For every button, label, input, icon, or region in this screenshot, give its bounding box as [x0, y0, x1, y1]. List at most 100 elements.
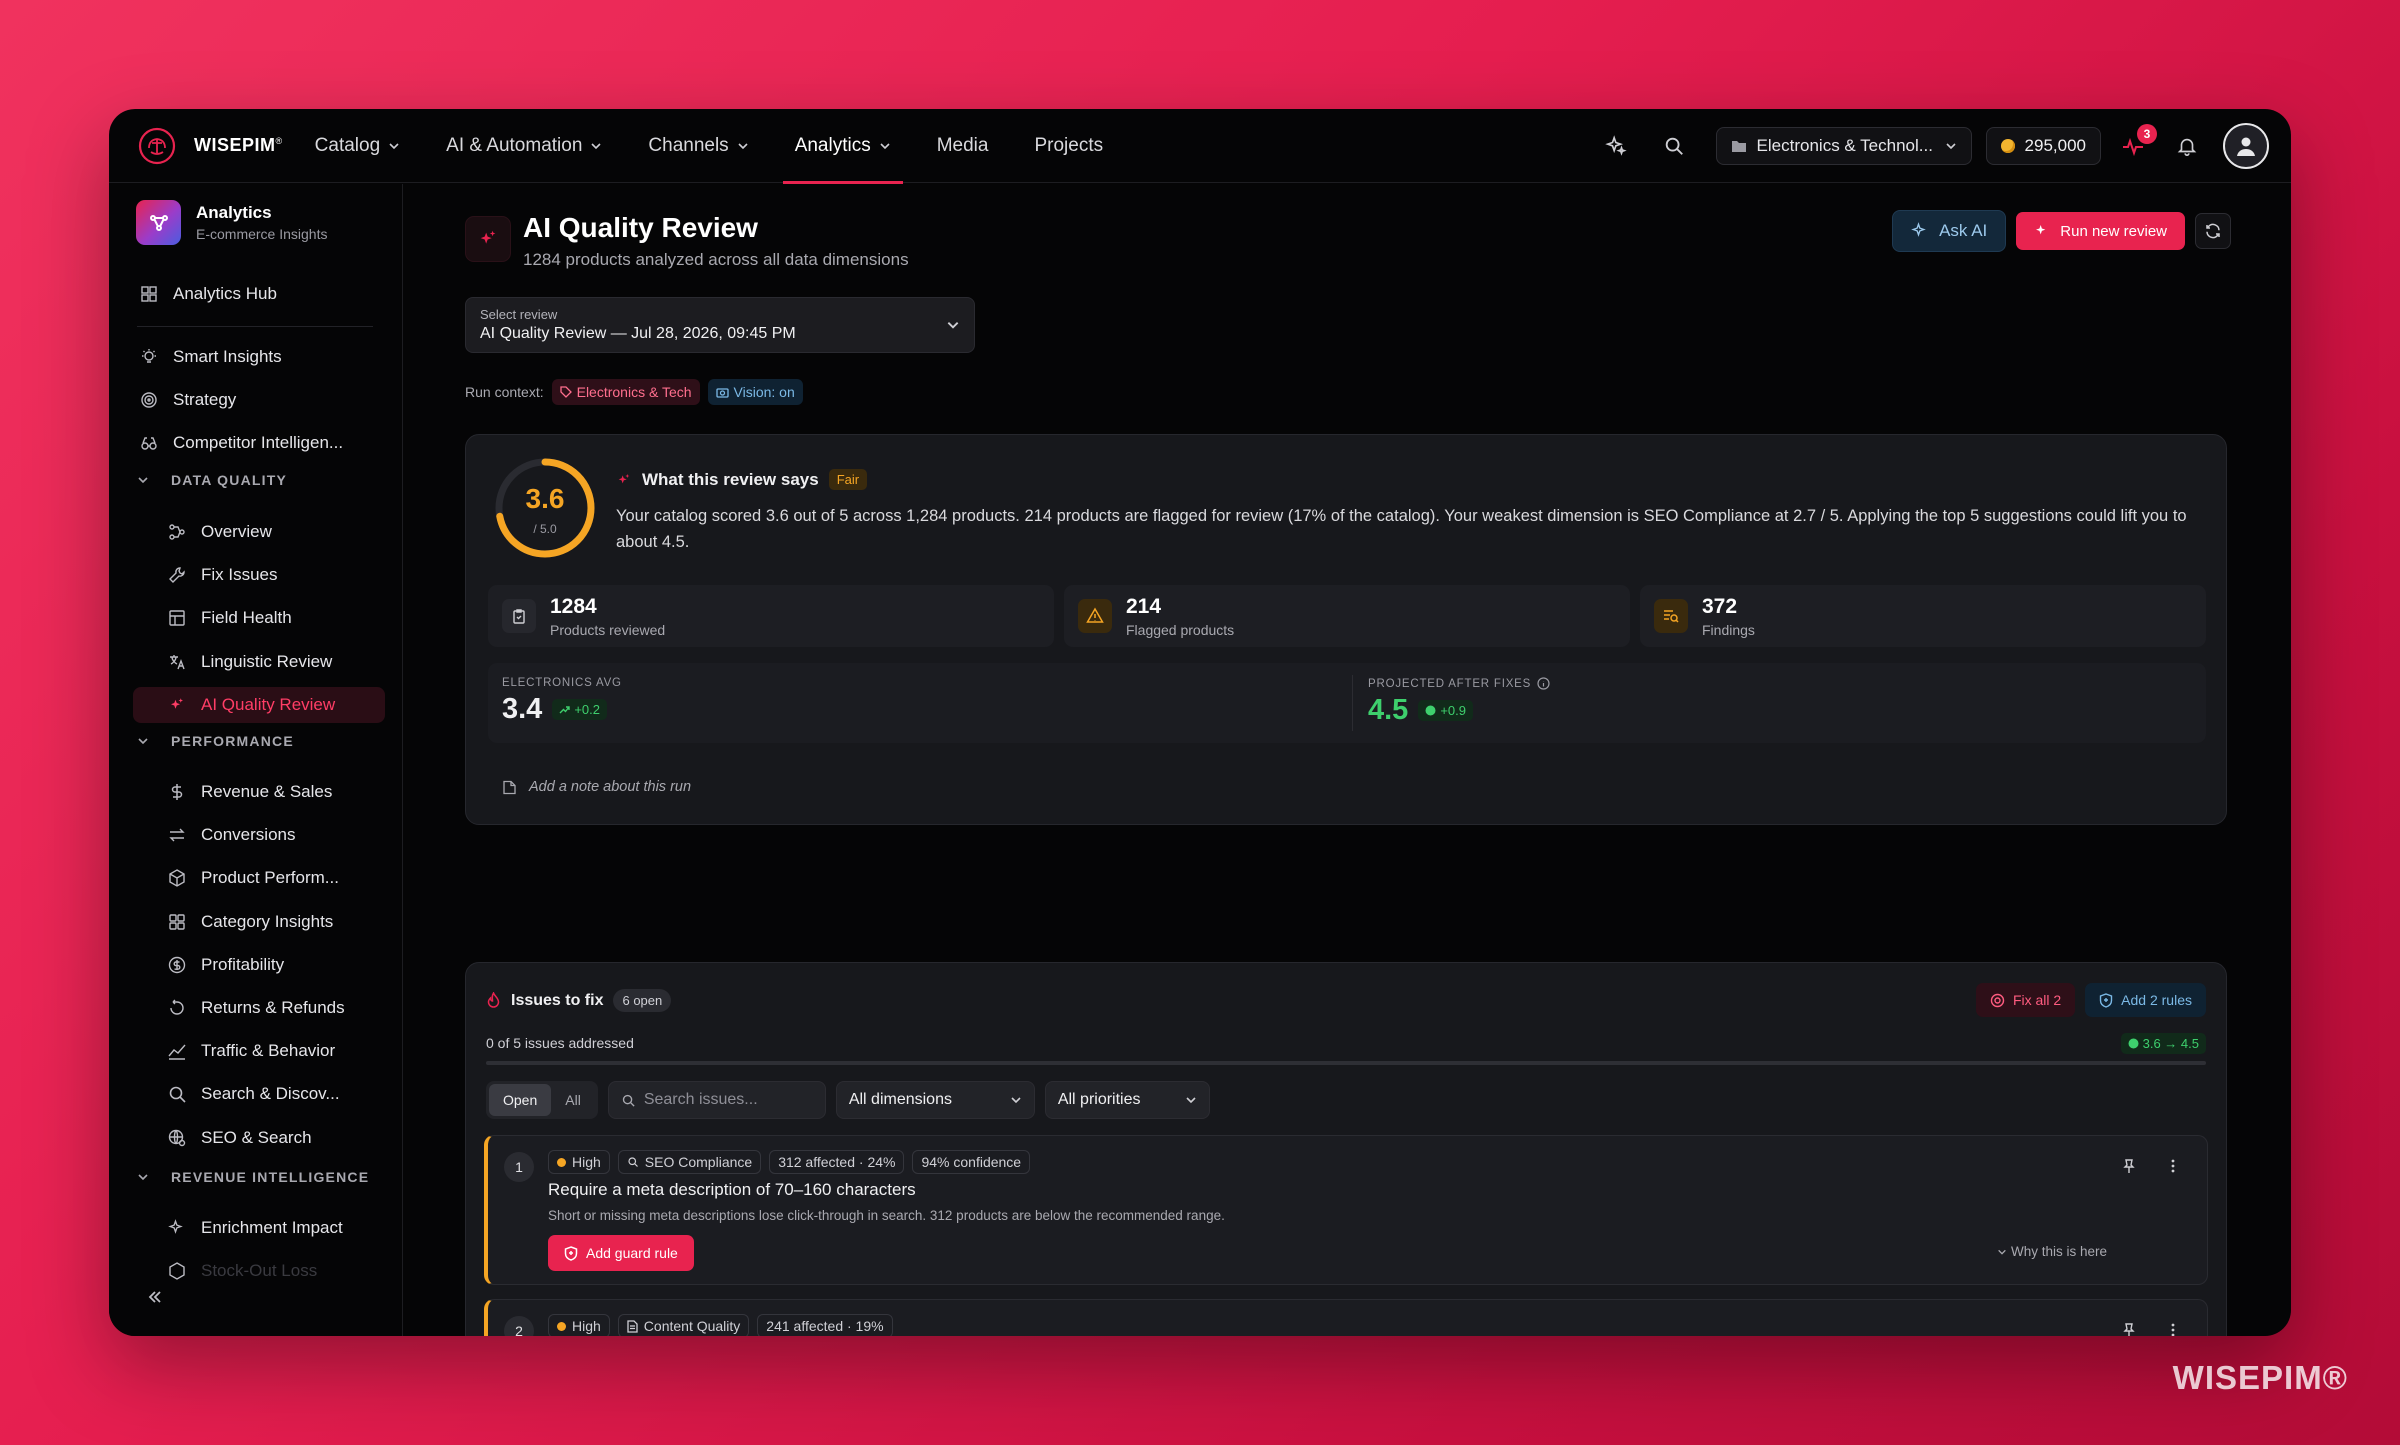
activity-icon[interactable]: 3 [2115, 124, 2157, 164]
credits-balance[interactable]: 295,000 [1985, 127, 2101, 165]
benchmark-row: ELECTRONICS AVG 3.4 +0.2 PROJECTED AFTER… [488, 663, 2206, 743]
sidebar-item-seo-and-search[interactable]: SEO & Search [167, 1120, 389, 1156]
sidebar-section-performance[interactable]: PERFORMANCE [137, 733, 294, 749]
priority-chip: High [548, 1150, 610, 1174]
sidebar-item-revenue-and-sales[interactable]: Revenue & Sales [167, 774, 389, 810]
ai-quality-review-icon [167, 695, 187, 715]
projection-badge: 3.6 → 4.5 [2120, 1033, 2206, 1054]
chevron-down-icon [947, 322, 959, 329]
more-options-icon[interactable] [2165, 1158, 2181, 1179]
top-navigation: WISEPIM® Catalog AI & Automation Channels A… [109, 109, 2291, 184]
add-note-button[interactable]: Add a note about this run [502, 779, 691, 795]
stat-products-reviewed: 1284 Products reviewed [488, 585, 1054, 647]
issues-card: Issues to fix 6 open Fix all 2 Add 2 rul… [465, 962, 2227, 1336]
score-max: / 5.0 [533, 522, 557, 536]
search-icon[interactable] [1656, 128, 1692, 164]
run-context-label: Run context: [465, 384, 544, 400]
why-this-is-here-toggle[interactable]: Why this is here [1997, 1244, 2107, 1259]
sidebar-item-analytics-hub[interactable]: Analytics Hub [139, 276, 389, 312]
nav-projects[interactable]: Projects [1034, 109, 1103, 183]
issue-item[interactable]: 1 High SEO Compliance 312 affected · 24% 94%… [484, 1135, 2208, 1285]
flame-icon [487, 992, 500, 1008]
review-select-label: Select review [480, 307, 558, 322]
tab-open[interactable]: Open [489, 1084, 552, 1116]
issue-description: Short or missing meta descriptions lose … [548, 1208, 1225, 1223]
ask-ai-button[interactable]: Ask AI [1892, 210, 2007, 252]
open-count-badge: 6 open [613, 989, 672, 1012]
sidebar-item-returns-and-refunds[interactable]: Returns & Refunds [167, 990, 389, 1026]
add-guard-rule-button[interactable]: Add guard rule [548, 1235, 694, 1271]
more-options-icon[interactable] [2165, 1322, 2181, 1336]
add-rules-button[interactable]: Add 2 rules [2085, 983, 2206, 1017]
sidebar-item-strategy[interactable]: Strategy [139, 382, 389, 418]
sidebar-item-overview[interactable]: Overview [167, 514, 389, 550]
sidebar-item-field-health[interactable]: Field Health [167, 600, 389, 636]
product-perform-icon [167, 868, 187, 888]
brain-logo-icon [138, 127, 176, 164]
bell-icon[interactable] [2169, 128, 2205, 164]
tab-all[interactable]: All [551, 1084, 595, 1116]
search-icon [628, 1157, 638, 1167]
top-actions: Electronics & Technol... 295,000 3 [1598, 109, 2269, 183]
brand-watermark: WISEPIM® [2172, 1359, 2348, 1396]
progress-bar [486, 1061, 2206, 1065]
sidebar-item-search-and-discov[interactable]: Search & Discov... [167, 1076, 389, 1112]
dimension-filter[interactable]: All dimensions [835, 1081, 1035, 1119]
nav-ai-automation[interactable]: AI & Automation [446, 109, 602, 183]
issue-item[interactable]: 2HighContent Quality241 affected · 19%Ra… [484, 1299, 2208, 1336]
sidebar-item-traffic-and-behavior[interactable]: Traffic & Behavior [167, 1033, 389, 1069]
pin-icon[interactable] [2121, 1322, 2137, 1336]
sidebar-item-fix-issues[interactable]: Fix Issues [167, 557, 389, 593]
page-title: AI Quality Review [523, 212, 758, 243]
workspace-selector[interactable]: Electronics & Technol... [1715, 127, 1972, 165]
sidebar-item-stock-out-loss[interactable]: Stock-Out Loss [167, 1253, 389, 1289]
chevron-down-icon [1998, 1249, 2006, 1255]
sidebar-item-ai-quality-review[interactable]: AI Quality Review [133, 686, 385, 723]
fix-all-button[interactable]: Fix all 2 [1975, 983, 2076, 1017]
profitability-icon [167, 955, 187, 975]
note-icon [503, 780, 516, 794]
priority-filter[interactable]: All priorities [1044, 1081, 1210, 1119]
sidebar-item-competitor-intelligen[interactable]: Competitor Intelligen... [139, 425, 389, 461]
sidebar-section-data-quality[interactable]: DATA QUALITY [137, 472, 287, 488]
pin-icon[interactable] [2121, 1158, 2137, 1179]
run-context: Run context: Electronics & Tech Vision: … [465, 379, 803, 405]
sidebar-section-revenue-intelligence[interactable]: REVENUE INTELLIGENCE [137, 1169, 369, 1185]
chevron-down-icon [1945, 143, 1956, 150]
nav-catalog[interactable]: Catalog [315, 109, 401, 183]
shield-icon [2099, 992, 2113, 1008]
info-icon[interactable] [1537, 677, 1550, 690]
sidebar-item-conversions[interactable]: Conversions [167, 817, 389, 853]
nav-analytics[interactable]: Analytics [782, 109, 903, 184]
search-issues-input[interactable]: Search issues... [607, 1081, 826, 1119]
status-toggle: Open All [486, 1081, 598, 1119]
affected-chip: 241 affected · 19% [757, 1314, 893, 1336]
sidebar-item-profitability[interactable]: Profitability [167, 947, 389, 983]
sidebar-item-linguistic-review[interactable]: Linguistic Review [167, 644, 389, 680]
context-tag-vision[interactable]: Vision: on [707, 379, 803, 405]
sidebar-item-category-insights[interactable]: Category Insights [167, 904, 389, 940]
target-icon [2128, 1038, 2139, 1049]
collapse-sidebar-icon[interactable] [145, 1287, 165, 1312]
electronics-avg: ELECTRONICS AVG 3.4 +0.2 [502, 677, 622, 725]
nav-channels[interactable]: Channels [648, 109, 748, 183]
alerts-badge: 3 [2137, 124, 2157, 144]
camera-icon [715, 388, 729, 398]
sidebar-item-smart-insights[interactable]: Smart Insights [139, 339, 389, 375]
brand-logo[interactable]: WISEPIM® [137, 126, 283, 166]
user-avatar[interactable] [2223, 123, 2269, 169]
stat-flagged-products: 214 Flagged products [1064, 585, 1630, 647]
sidebar-item-product-perform[interactable]: Product Perform... [167, 860, 389, 896]
nav-media[interactable]: Media [937, 109, 989, 183]
search-icon [622, 1094, 635, 1107]
refresh-icon[interactable] [2195, 213, 2231, 249]
run-new-review-button[interactable]: Run new review [2016, 212, 2185, 250]
traffic-and-behavior-icon [167, 1041, 187, 1061]
sparkles-icon[interactable] [1598, 128, 1634, 164]
context-tag-category[interactable]: Electronics & Tech [551, 379, 700, 405]
priority-dot-icon [557, 1157, 566, 1167]
sidebar-item-enrichment-impact[interactable]: Enrichment Impact [167, 1210, 389, 1246]
overview-icon [167, 522, 187, 542]
sparkles-icon [2036, 225, 2046, 235]
review-select[interactable]: Select review AI Quality Review — Jul 28… [465, 297, 975, 353]
